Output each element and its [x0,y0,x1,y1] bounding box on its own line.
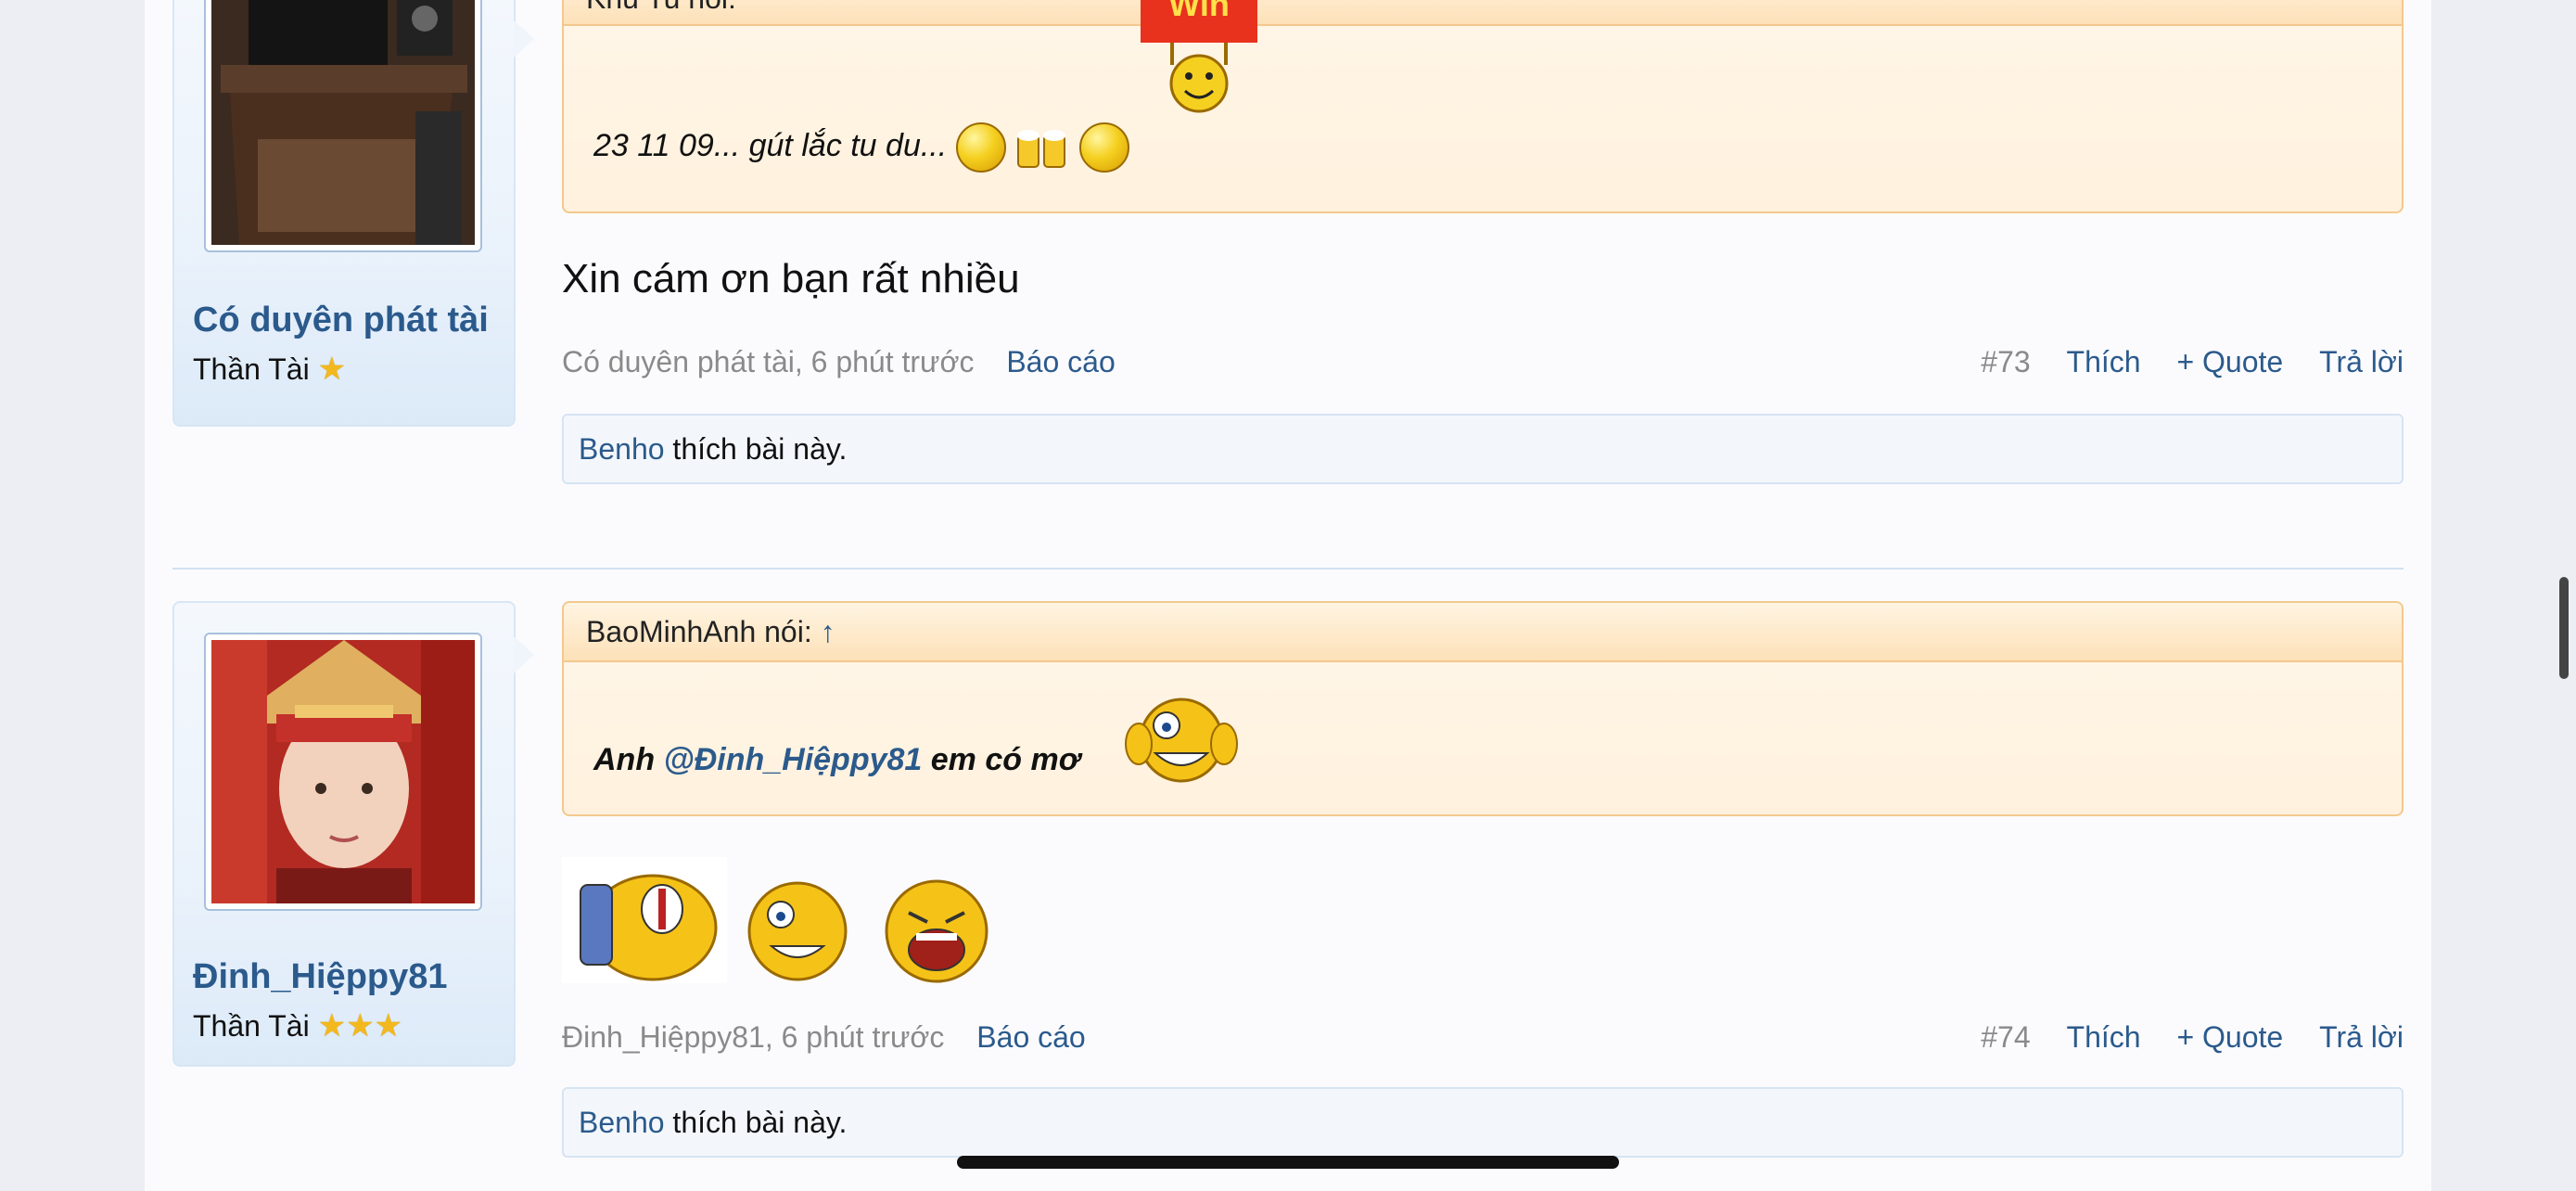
smiley-icon [955,122,1006,173]
smiley-icon [1078,122,1129,173]
avatar-image [211,0,475,245]
win-sign-icon: Win [1141,0,1257,119]
quote-body: Anh @Đinh_Hiệppy81 em có mơ [593,742,1080,778]
mention-link[interactable]: @Đinh_Hiệppy81 [664,742,923,777]
quote-link[interactable]: + Quote [2176,345,2283,378]
post-meta: Đinh_Hiệppy81, 6 phút trước Báo cáo #74 … [562,1020,2404,1057]
author-time[interactable]: Có duyên phát tài, 6 phút trước [562,345,974,378]
quote-header: Khu Tu nói: [564,0,2402,26]
user-card: Đinh_Hiệppy81 Thần Tài ★★★ [172,601,534,1067]
quote-author[interactable]: BaoMinhAnh nói: [586,615,812,648]
post-actions: #74 Thích + Quote Trả lời [1953,1020,2404,1055]
quote-author[interactable]: Khu Tu nói: [586,0,736,15]
quote-box: BaoMinhAnh nói: ↑ Anh @Đinh_Hiệppy81 em … [562,601,2404,816]
quote-link[interactable]: + Quote [2176,1020,2283,1054]
quote-text: 23 11 09... gút lắc tu du... [593,127,948,163]
card-notch [514,636,534,673]
post-meta: Có duyên phát tài, 6 phút trước Báo cáo … [562,345,2404,382]
beer-cheers-icon [1014,124,1070,171]
like-link[interactable]: Thích [2067,345,2141,378]
avatar[interactable] [204,0,482,252]
username[interactable]: Đinh_Hiệppy81 [193,957,448,997]
quote-header: BaoMinhAnh nói: ↑ [564,603,2402,662]
like-link[interactable]: Thích [2067,1020,2141,1054]
star-icon: ★★★ [317,1008,403,1044]
quote-suffix: em có mơ [922,742,1080,777]
quote-box: Khu Tu nói: 23 11 09... gút lắc tu du... [562,0,2404,213]
avatar-image [211,640,475,903]
win-sign-label: Win [1168,0,1230,23]
author-time[interactable]: Đinh_Hiệppy81, 6 phút trước [562,1020,944,1054]
post-divider [172,568,2404,570]
scrollbar-thumb[interactable] [2559,577,2569,679]
user-title-text: Thần Tài [193,352,310,386]
emoticon-row [562,857,1026,983]
reply-link[interactable]: Trả lời [2319,1020,2404,1054]
forum-page: Có duyên phát tài Thần Tài ★ Khu Tu nói:… [145,0,2431,1191]
home-indicator[interactable] [957,1156,1619,1169]
report-link[interactable]: Báo cáo [1006,345,1115,378]
likes-text: thích bài này. [664,1106,848,1139]
card-notch [514,20,534,58]
arrow-up-icon[interactable]: ↑ [821,615,835,648]
user-title: Thần Tài ★ [193,351,346,388]
likes-text: thích bài này. [664,432,848,466]
report-link[interactable]: Báo cáo [976,1020,1085,1054]
user-title: Thần Tài ★★★ [193,1007,402,1044]
username[interactable]: Có duyên phát tài [193,301,489,340]
star-icon: ★ [317,352,347,387]
quote-body: 23 11 09... gút lắc tu du... [593,122,1129,173]
scared-smiley-icon [1124,692,1239,785]
liker-link[interactable]: Benho [579,432,665,466]
post-actions: #73 Thích + Quote Trả lời [1953,345,2404,379]
avatar[interactable] [204,633,482,911]
post-number[interactable]: #73 [1981,345,2030,378]
likes-summary: Benho thích bài này. [562,414,2404,484]
user-title-text: Thần Tài [193,1009,310,1043]
message-text: Xin cám ơn bạn rất nhiều [562,256,1020,301]
quote-prefix: Anh [593,742,664,777]
user-card: Có duyên phát tài Thần Tài ★ [172,0,534,427]
post-number[interactable]: #74 [1981,1020,2030,1054]
likes-summary: Benho thích bài này. [562,1087,2404,1158]
reply-link[interactable]: Trả lời [2319,345,2404,378]
liker-link[interactable]: Benho [579,1106,665,1139]
